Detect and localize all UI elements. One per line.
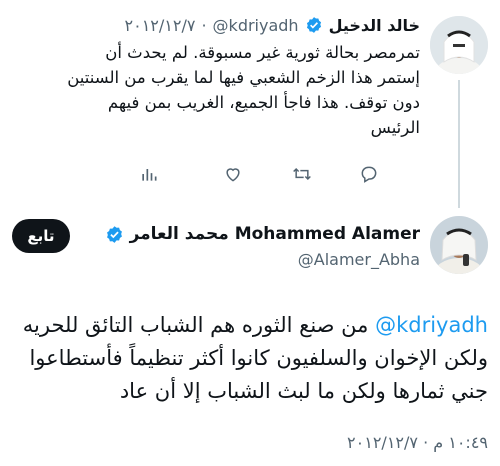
author-handle[interactable]: @Alamer_Abha <box>298 250 420 269</box>
main-text-line: @kdriyadh من صنع الثوره هم الشباب التائق… <box>12 309 488 342</box>
retweet-icon[interactable] <box>288 160 316 188</box>
author-header: محمد العامر Mohammed Alamer <box>90 221 420 247</box>
verified-badge-icon <box>105 225 124 244</box>
author-display-name[interactable]: محمد العامر Mohammed Alamer <box>130 224 420 244</box>
main-text-line: ولكن الإخوان والسلفيون كانوا أكثر تنظيما… <box>29 346 488 370</box>
reply-author-handle[interactable]: @kdriyadh <box>213 16 299 35</box>
main-text-line: جني ثمارها ولكن ما لبث الشباب إلا أن عاد <box>119 379 488 403</box>
reply-author-header: خالد الدخيل @kdriyadh · ٢٠١٢/١٢/٧ <box>20 12 420 38</box>
reply-tweet-text: تمرمصر بحالة ثورية غير مسبوقة. لم يحدث أ… <box>0 40 420 140</box>
main-text-line-1: من صنع الثوره هم الشباب التائق للحريه <box>22 313 376 337</box>
like-icon[interactable] <box>219 160 247 188</box>
tweet-timestamp[interactable]: ١٠:٤٩ م · ٢٠١٢/١٢/٧ <box>347 433 488 452</box>
reply-text-line: إستمر هذا الزخم الشعبي فيها لما يقرب من … <box>67 68 420 87</box>
reply-text-line: تمرمصر بحالة ثورية غير مسبوقة. لم يحدث أ… <box>105 43 420 62</box>
main-tweet-text: @kdriyadh من صنع الثوره هم الشباب التائق… <box>12 309 488 408</box>
reply-author-avatar[interactable] <box>430 16 488 74</box>
views-icon[interactable] <box>135 160 163 188</box>
reply-icon[interactable] <box>355 160 383 188</box>
reply-text-line: دون توقف. هذا فاجأ الجميع، الغريب بمن في… <box>107 93 420 112</box>
verified-badge-icon <box>305 16 323 34</box>
reply-author-name[interactable]: خالد الدخيل <box>329 16 420 35</box>
thread-connector-line <box>458 80 460 208</box>
mention-link[interactable]: @kdriyadh <box>375 313 488 337</box>
reply-text-line: الرئيس <box>370 118 420 137</box>
reply-date[interactable]: ٢٠١٢/١٢/٧ <box>125 16 196 35</box>
follow-button[interactable]: تابع <box>12 219 70 253</box>
author-avatar[interactable] <box>430 216 488 274</box>
reply-dot: · <box>201 15 207 35</box>
